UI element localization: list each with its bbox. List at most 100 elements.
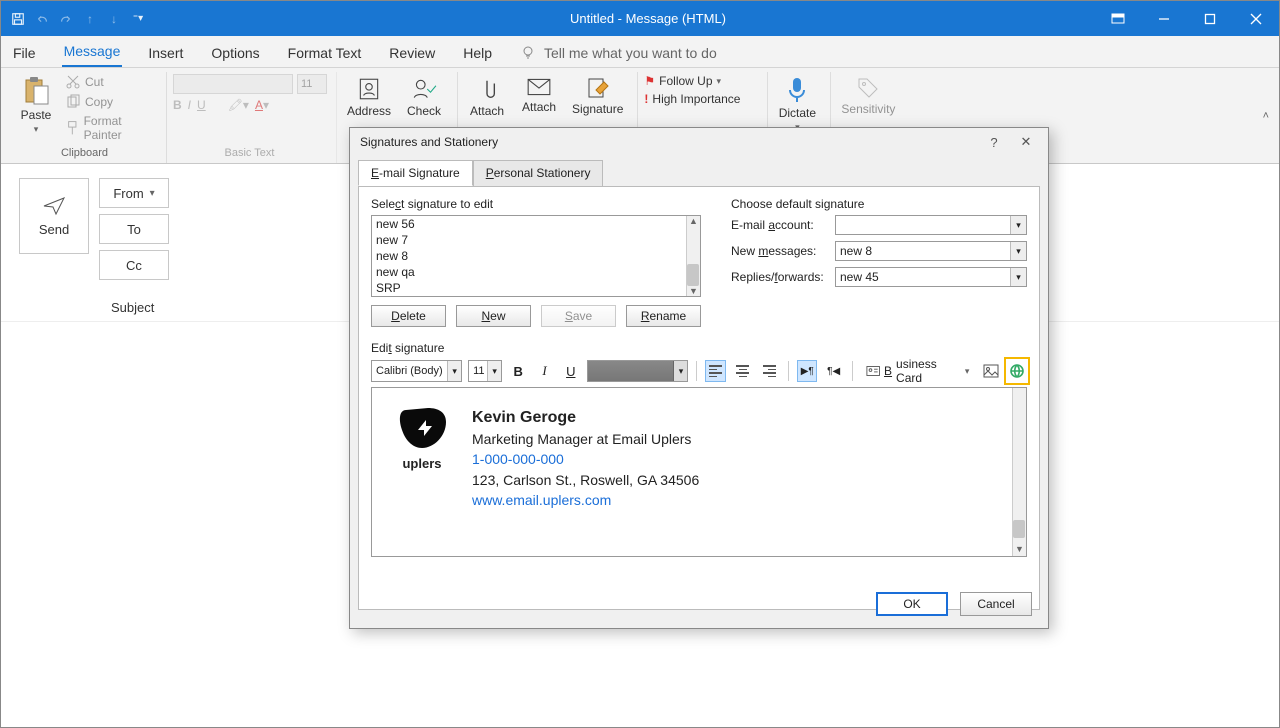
- attach-file-button[interactable]: Attach: [464, 74, 510, 120]
- signature-editor[interactable]: uplers Kevin Geroge Marketing Manager at…: [371, 387, 1027, 557]
- send-button[interactable]: Send: [19, 178, 89, 254]
- sensitivity-button[interactable]: Sensitivity: [837, 74, 899, 118]
- dictate-button[interactable]: Dictate▾: [774, 74, 820, 135]
- tab-insert[interactable]: Insert: [146, 39, 185, 67]
- follow-up-button[interactable]: ⚑Follow Up▾: [644, 74, 740, 88]
- copy-button[interactable]: Copy: [65, 94, 156, 110]
- choose-default-label: Choose default signature: [731, 197, 1027, 211]
- list-item-selected[interactable]: yuval: [372, 296, 700, 297]
- new-button[interactable]: New: [456, 305, 531, 327]
- signature-name: Kevin Geroge: [472, 406, 699, 429]
- font-name-combo[interactable]: Calibri (Body)▾: [371, 360, 462, 382]
- signature-url[interactable]: www.email.uplers.com: [472, 490, 699, 510]
- rtl-button[interactable]: ¶◀: [823, 360, 843, 382]
- flag-icon: ⚑: [644, 74, 655, 88]
- underline-button[interactable]: U: [197, 98, 206, 112]
- underline-button[interactable]: U: [561, 360, 581, 382]
- tab-file[interactable]: File: [11, 39, 38, 67]
- customize-qat-icon[interactable]: ⁼▾: [131, 12, 145, 26]
- insert-picture-button[interactable]: [980, 360, 1000, 382]
- maximize-button[interactable]: [1187, 1, 1233, 36]
- clipboard-group: Paste ▾ Cut Copy Format Painter Clipboar…: [7, 72, 167, 163]
- down-arrow-icon[interactable]: ↓: [107, 12, 121, 26]
- list-item[interactable]: new 56: [372, 216, 700, 232]
- tab-review[interactable]: Review: [387, 39, 437, 67]
- to-button[interactable]: To: [99, 214, 169, 244]
- signature-button[interactable]: Signature: [568, 74, 627, 118]
- chevron-down-icon: ▾: [447, 361, 461, 381]
- list-item[interactable]: new qa: [372, 264, 700, 280]
- highlight-color-button[interactable]: 🖍▾: [228, 98, 249, 112]
- list-item[interactable]: new 7: [372, 232, 700, 248]
- send-icon: [42, 196, 66, 216]
- tab-personal-stationery[interactable]: Personal Stationery: [473, 160, 604, 186]
- ribbon-display-options-icon[interactable]: [1095, 1, 1141, 36]
- check-names-button[interactable]: Check: [401, 74, 447, 120]
- from-button[interactable]: From▾: [99, 178, 169, 208]
- paperclip-icon: [476, 76, 498, 102]
- email-account-combo[interactable]: ▾: [835, 215, 1027, 235]
- save-icon[interactable]: [11, 12, 25, 26]
- paste-button[interactable]: Paste ▾: [13, 74, 59, 137]
- list-item[interactable]: new 8: [372, 248, 700, 264]
- tab-email-signature[interactable]: E-mail Signature: [358, 160, 473, 186]
- ltr-button[interactable]: ▶¶: [797, 360, 817, 382]
- address-book-icon: [356, 76, 382, 102]
- dialog-close-button[interactable]: ✕: [1010, 134, 1042, 150]
- up-arrow-icon[interactable]: ↑: [83, 12, 97, 26]
- dialog-help-button[interactable]: ?: [978, 135, 1010, 150]
- high-importance-button[interactable]: !High Importance: [644, 92, 740, 106]
- font-name-combo[interactable]: [173, 74, 293, 94]
- align-center-button[interactable]: [732, 360, 753, 382]
- new-messages-combo[interactable]: new 8▾: [835, 241, 1027, 261]
- redo-icon[interactable]: [59, 12, 73, 26]
- signature-text: Kevin Geroge Marketing Manager at Email …: [472, 406, 699, 510]
- title-bar: ↑ ↓ ⁼▾ Untitled - Message (HTML): [1, 1, 1279, 36]
- list-scrollbar[interactable]: ▲▼: [686, 216, 700, 296]
- cut-button[interactable]: Cut: [65, 74, 156, 90]
- tab-help[interactable]: Help: [461, 39, 494, 67]
- attach-item-button[interactable]: Attach: [516, 74, 562, 116]
- ribbon-tabs: File Message Insert Options Format Text …: [1, 36, 1279, 68]
- font-size-combo[interactable]: 11: [297, 74, 327, 94]
- tab-format-text[interactable]: Format Text: [286, 39, 364, 67]
- format-painter-button[interactable]: Format Painter: [65, 114, 156, 142]
- italic-button[interactable]: I: [188, 98, 191, 112]
- address-book-button[interactable]: Address: [343, 74, 395, 120]
- font-size-combo[interactable]: 11▾: [468, 360, 502, 382]
- undo-icon[interactable]: [35, 12, 49, 26]
- font-color-button[interactable]: A▾: [255, 98, 269, 112]
- minimize-button[interactable]: [1141, 1, 1187, 36]
- delete-button[interactable]: Delete: [371, 305, 446, 327]
- basic-text-group-label: Basic Text: [173, 147, 326, 161]
- cancel-button[interactable]: Cancel: [960, 592, 1032, 616]
- paste-label: Paste: [21, 108, 52, 122]
- replies-forwards-combo[interactable]: new 45▾: [835, 267, 1027, 287]
- ok-button[interactable]: OK: [876, 592, 948, 616]
- business-card-button[interactable]: Business Card▾: [861, 360, 975, 382]
- replies-forwards-label: Replies/forwards:: [731, 270, 827, 284]
- collapse-ribbon-icon[interactable]: ˄: [1263, 110, 1269, 122]
- bold-button[interactable]: B: [173, 98, 182, 112]
- rename-button[interactable]: Rename: [626, 305, 701, 327]
- signature-logo: uplers: [392, 406, 452, 510]
- close-button[interactable]: [1233, 1, 1279, 36]
- insert-hyperlink-button[interactable]: [1007, 360, 1027, 382]
- font-color-combo[interactable]: ▾: [587, 360, 689, 382]
- paintbrush-icon: [65, 120, 80, 136]
- copy-icon: [65, 94, 81, 110]
- tab-message[interactable]: Message: [62, 37, 123, 67]
- tell-me-search[interactable]: Tell me what you want to do: [518, 39, 719, 67]
- signature-phone[interactable]: 1-000-000-000: [472, 449, 699, 469]
- align-right-button[interactable]: [759, 360, 780, 382]
- editor-scrollbar[interactable]: ▼: [1012, 388, 1026, 556]
- cc-button[interactable]: Cc: [99, 250, 169, 280]
- tab-options[interactable]: Options: [209, 39, 261, 67]
- save-button[interactable]: Save: [541, 305, 616, 327]
- italic-button[interactable]: I: [534, 360, 554, 382]
- signature-list[interactable]: new 56 new 7 new 8 new qa SRP yuval ▲▼: [371, 215, 701, 297]
- list-item[interactable]: SRP: [372, 280, 700, 296]
- bold-button[interactable]: B: [508, 360, 528, 382]
- align-left-button[interactable]: [705, 360, 726, 382]
- envelope-icon: [526, 76, 552, 98]
